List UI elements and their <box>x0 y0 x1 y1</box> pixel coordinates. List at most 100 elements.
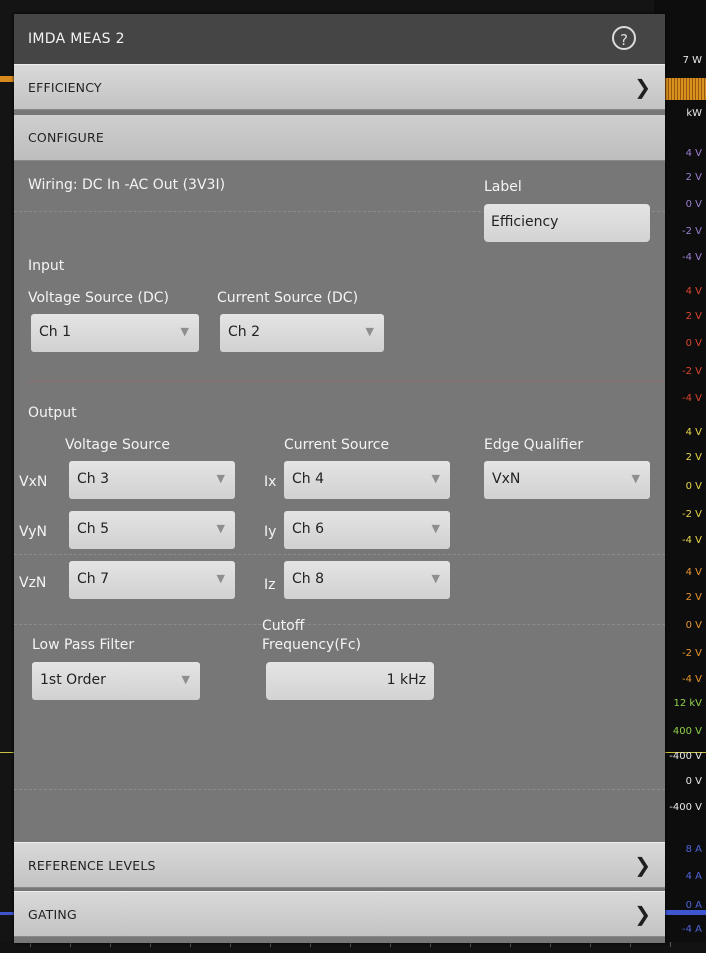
dialog-title-bar[interactable]: IMDA MEAS 2 ? <box>14 14 665 64</box>
scope-scale-label: -4 V <box>682 393 702 404</box>
scope-scale-label: -400 V <box>669 751 702 762</box>
iz-source-value: Ch 8 <box>292 571 325 587</box>
vxn-source-value: Ch 3 <box>77 471 110 487</box>
scope-scale-label: 4 V <box>685 427 702 438</box>
vxn-source-dropdown[interactable]: Ch 3 ▼ <box>69 461 235 499</box>
cutoff-frequency-input[interactable]: 1 kHz <box>266 662 434 700</box>
input-voltage-source-label: Voltage Source (DC) <box>28 290 169 306</box>
section-configure[interactable]: CONFIGURE <box>14 115 665 161</box>
grid-line <box>14 789 665 790</box>
input-output-separator <box>28 381 665 382</box>
grid-line <box>14 624 665 625</box>
vzn-source-dropdown[interactable]: Ch 7 ▼ <box>69 561 235 599</box>
measurement-config-dialog: IMDA MEAS 2 ? EFFICIENCY ❯ CONFIGURE Wir… <box>14 14 665 943</box>
scope-scale-label: 2 V <box>685 172 702 183</box>
scope-scale-label: 7 W <box>682 55 702 66</box>
low-pass-filter-value: 1st Order <box>40 672 106 688</box>
dropdown-arrow-icon: ▼ <box>431 522 440 535</box>
dialog-title: IMDA MEAS 2 <box>28 31 125 47</box>
scope-scale-label: -4 A <box>682 924 702 935</box>
scope-scale-label: 0 A <box>685 900 702 911</box>
scope-scale-label: 4 A <box>685 871 702 882</box>
ix-prefix: Ix <box>264 474 277 490</box>
scope-scale-label: -2 V <box>682 366 702 377</box>
help-icon[interactable]: ? <box>612 26 636 50</box>
input-current-source-label: Current Source (DC) <box>217 290 359 306</box>
grid-line <box>14 554 665 555</box>
iy-prefix: Iy <box>264 524 277 540</box>
scope-scale-label: 2 V <box>685 592 702 603</box>
output-current-source-label: Current Source <box>284 437 390 453</box>
scope-scale-label: 4 V <box>685 567 702 578</box>
scope-scale-label: -4 V <box>682 674 702 685</box>
vzn-source-value: Ch 7 <box>77 571 110 587</box>
chevron-right-icon: ❯ <box>634 853 651 877</box>
edge-qualifier-label: Edge Qualifier <box>484 437 584 453</box>
iy-source-dropdown[interactable]: Ch 6 ▼ <box>284 511 450 549</box>
section-gating-label: GATING <box>28 907 77 922</box>
label-input-value: Efficiency <box>491 214 559 230</box>
scope-scale-label: -4 V <box>682 252 702 263</box>
scope-scale-label: 2 V <box>685 452 702 463</box>
iz-prefix: Iz <box>264 577 276 593</box>
section-efficiency-label: EFFICIENCY <box>28 80 102 95</box>
vyn-prefix: VyN <box>19 524 47 540</box>
edge-qualifier-dropdown[interactable]: VxN ▼ <box>484 461 650 499</box>
vyn-source-dropdown[interactable]: Ch 5 ▼ <box>69 511 235 549</box>
scope-scale-label: 12 kV <box>673 698 702 709</box>
left-trace-marker <box>0 76 14 82</box>
scope-scale-label: -2 V <box>682 648 702 659</box>
dropdown-arrow-icon: ▼ <box>431 472 440 485</box>
cutoff-frequency-value: 1 kHz <box>386 672 426 688</box>
chevron-right-icon: ❯ <box>634 902 651 926</box>
ix-source-value: Ch 4 <box>292 471 325 487</box>
dropdown-arrow-icon: ▼ <box>631 472 640 485</box>
dropdown-arrow-icon: ▼ <box>365 325 374 338</box>
section-reference-levels[interactable]: REFERENCE LEVELS ❯ <box>14 842 665 888</box>
wiring-text: Wiring: DC In -AC Out (3V3I) <box>28 177 226 193</box>
scope-scale-label: 4 V <box>685 148 702 159</box>
low-pass-filter-dropdown[interactable]: 1st Order ▼ <box>32 662 200 700</box>
dropdown-arrow-icon: ▼ <box>216 472 225 485</box>
input-heading: Input <box>28 258 65 274</box>
scope-scale-label: -2 V <box>682 226 702 237</box>
section-gating[interactable]: GATING ❯ <box>14 891 665 937</box>
left-blue-trace <box>0 912 14 915</box>
scope-scale-label: -400 V <box>669 802 702 813</box>
scope-scale-label: 2 V <box>685 311 702 322</box>
dropdown-arrow-icon: ▼ <box>180 325 189 338</box>
label-input[interactable]: Efficiency <box>484 204 650 242</box>
scope-scale-label: 0 V <box>685 620 702 631</box>
vzn-prefix: VzN <box>19 575 47 591</box>
low-pass-filter-label: Low Pass Filter <box>32 637 135 653</box>
vxn-prefix: VxN <box>19 474 48 490</box>
time-axis-strip <box>0 942 706 953</box>
input-voltage-source-dropdown[interactable]: Ch 1 ▼ <box>31 314 199 352</box>
label-caption: Label <box>484 179 522 195</box>
vyn-source-value: Ch 5 <box>77 521 110 537</box>
cutoff-label-line2: Frequency(Fc) <box>262 637 361 653</box>
section-reference-levels-label: REFERENCE LEVELS <box>28 858 156 873</box>
left-yellow-trace <box>0 752 14 753</box>
iz-source-dropdown[interactable]: Ch 8 ▼ <box>284 561 450 599</box>
scope-scale-label: kW <box>686 108 702 119</box>
dropdown-arrow-icon: ▼ <box>216 522 225 535</box>
section-efficiency[interactable]: EFFICIENCY ❯ <box>14 64 665 110</box>
dropdown-arrow-icon: ▼ <box>431 572 440 585</box>
dropdown-arrow-icon: ▼ <box>181 673 190 686</box>
cutoff-label-line1: Cutoff <box>262 618 305 634</box>
input-current-source-value: Ch 2 <box>228 324 261 340</box>
output-heading: Output <box>28 405 77 421</box>
input-current-source-dropdown[interactable]: Ch 2 ▼ <box>220 314 384 352</box>
edge-qualifier-value: VxN <box>492 471 521 487</box>
scope-scale-label: 0 V <box>685 481 702 492</box>
scope-scale-label: 0 V <box>685 338 702 349</box>
scope-scale-label: -4 V <box>682 535 702 546</box>
chevron-right-icon: ❯ <box>634 75 651 99</box>
scope-scale-label: 8 A <box>685 844 702 855</box>
scope-scale-label: 4 V <box>685 286 702 297</box>
ix-source-dropdown[interactable]: Ch 4 ▼ <box>284 461 450 499</box>
input-voltage-source-value: Ch 1 <box>39 324 72 340</box>
output-voltage-source-label: Voltage Source <box>65 437 171 453</box>
scope-scale-label: 0 V <box>685 199 702 210</box>
